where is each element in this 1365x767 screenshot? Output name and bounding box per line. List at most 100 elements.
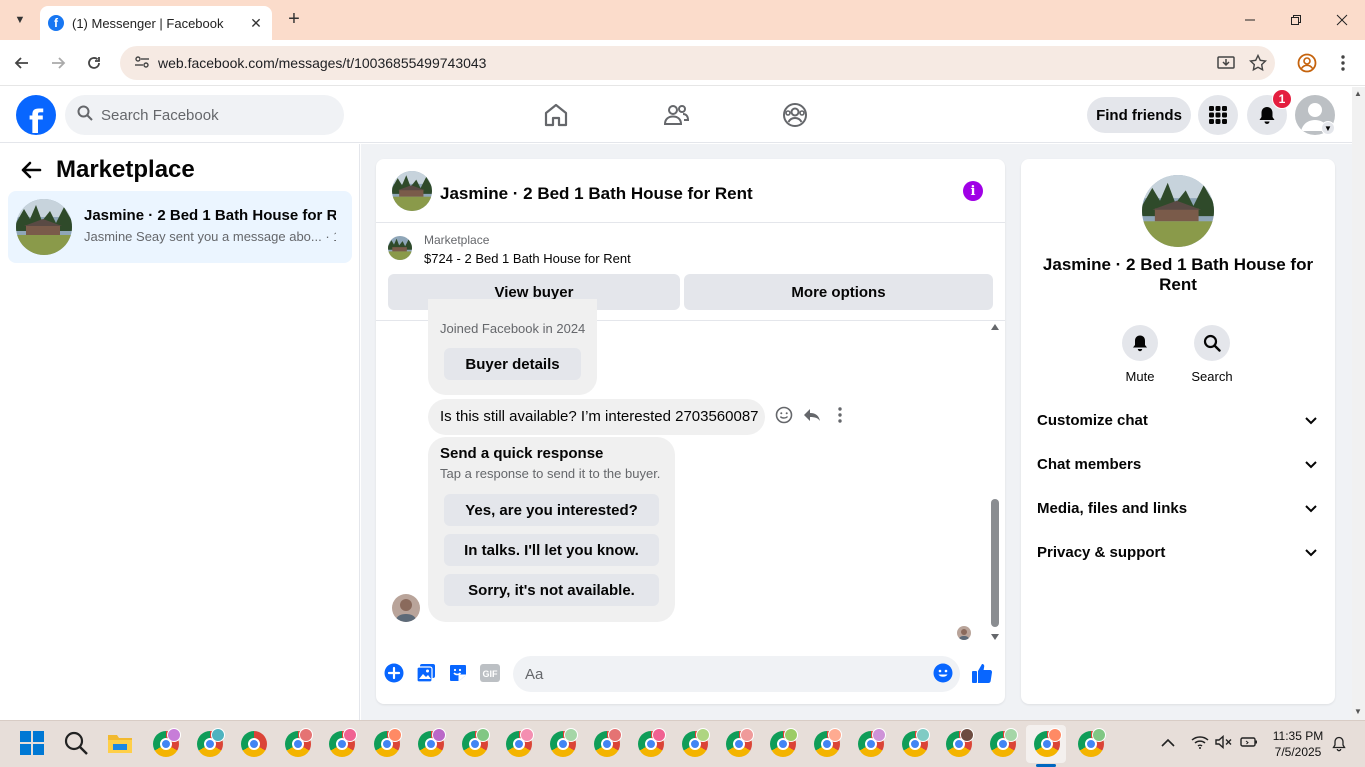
tray-chevron-up-icon[interactable] xyxy=(1161,735,1175,751)
message-input-box[interactable] xyxy=(513,656,960,692)
listing-price-title[interactable]: $724 - 2 Bed 1 Bath House for Rent xyxy=(424,251,631,266)
reload-icon[interactable] xyxy=(82,51,106,75)
chrome-profile-icon[interactable] xyxy=(681,728,710,758)
browser-tab-strip: ▼ f (1) Messenger | Facebook ✕ + xyxy=(0,0,1365,40)
customize-chat-row[interactable]: Customize chat xyxy=(1029,398,1327,442)
chrome-profile-icon[interactable] xyxy=(945,728,974,758)
account-chevron-down-icon[interactable]: ▼ xyxy=(1321,121,1335,135)
chrome-profile-icon[interactable] xyxy=(284,728,313,758)
scroll-up-icon[interactable]: ▲ xyxy=(1354,89,1362,98)
conversation-name: Jasmine · 2 Bed 1 Bath House for R... xyxy=(84,207,336,224)
react-smiley-icon[interactable] xyxy=(773,404,795,426)
page-scrollbar[interactable]: ▲ ▼ xyxy=(1352,87,1365,720)
chevron-down-icon xyxy=(1305,549,1317,557)
chrome-profile-icon[interactable] xyxy=(328,728,357,758)
chrome-profile-icon[interactable] xyxy=(725,728,754,758)
sticker-icon[interactable] xyxy=(446,661,470,685)
facebook-logo-icon[interactable]: f xyxy=(16,95,56,135)
chrome-profile-icon[interactable] xyxy=(1077,728,1106,758)
chrome-profile-icon[interactable] xyxy=(901,728,930,758)
chrome-profile-icon-active[interactable] xyxy=(1033,728,1062,758)
chat-scroll-up-icon[interactable] xyxy=(990,323,1000,331)
quick-response-yes-button[interactable]: Yes, are you interested? xyxy=(444,494,659,526)
chrome-profile-icon[interactable] xyxy=(461,728,490,758)
browser-tab-messenger[interactable]: f (1) Messenger | Facebook ✕ xyxy=(40,6,272,40)
info-icon[interactable]: i xyxy=(963,181,983,201)
search-input[interactable] xyxy=(101,106,321,124)
chrome-profile-icon[interactable] xyxy=(637,728,666,758)
wifi-icon[interactable] xyxy=(1191,735,1209,752)
scroll-down-icon[interactable]: ▼ xyxy=(1354,707,1362,716)
chrome-profile-icon[interactable] xyxy=(549,728,578,758)
chrome-profile-icon[interactable] xyxy=(769,728,798,758)
mute-action[interactable]: Mute xyxy=(1110,325,1170,384)
quick-response-not-available-button[interactable]: Sorry, it's not available. xyxy=(444,574,659,606)
system-clock[interactable]: 11:35 PM 7/5/2025 xyxy=(1268,728,1328,760)
tab-close-icon[interactable]: ✕ xyxy=(248,15,264,32)
battery-icon[interactable] xyxy=(1240,735,1258,752)
marketplace-label: Marketplace xyxy=(424,233,490,247)
chat-scrollbar[interactable] xyxy=(989,321,1001,643)
photo-icon[interactable] xyxy=(414,661,438,685)
new-tab-plus-icon[interactable]: + xyxy=(282,8,306,32)
address-bar[interactable]: web.facebook.com/messages/t/100368554997… xyxy=(120,46,1275,80)
gif-icon[interactable]: GIF xyxy=(478,661,502,685)
chrome-profile-icon[interactable] xyxy=(373,728,402,758)
back-arrow-icon[interactable] xyxy=(20,160,42,186)
sender-avatar[interactable] xyxy=(392,594,420,622)
chat-title[interactable]: Jasmine · 2 Bed 1 Bath House for Rent xyxy=(440,184,753,204)
chrome-profile-icon[interactable] xyxy=(196,728,225,758)
home-icon[interactable] xyxy=(542,101,570,129)
menu-grid-button[interactable] xyxy=(1198,95,1238,135)
privacy-support-row[interactable]: Privacy & support xyxy=(1029,530,1327,574)
listing-thumbnail xyxy=(388,236,412,260)
chrome-profile-icon[interactable] xyxy=(505,728,534,758)
chrome-profile-icon[interactable] xyxy=(989,728,1018,758)
message-input[interactable] xyxy=(525,665,905,683)
bookmark-star-icon[interactable] xyxy=(1246,51,1270,75)
chat-avatar[interactable] xyxy=(392,171,432,211)
chrome-profile-icon[interactable] xyxy=(857,728,886,758)
speaker-muted-icon[interactable] xyxy=(1215,734,1233,752)
window-close-icon[interactable] xyxy=(1319,0,1365,40)
quick-response-in-talks-button[interactable]: In talks. I'll let you know. xyxy=(444,534,659,566)
facebook-search-box[interactable] xyxy=(65,95,344,135)
notification-center-icon[interactable] xyxy=(1331,736,1347,755)
chat-scroll-down-icon[interactable] xyxy=(990,633,1000,641)
chat-scroll-thumb[interactable] xyxy=(991,499,999,627)
browser-menu-icon[interactable] xyxy=(1331,51,1355,75)
more-dots-icon[interactable] xyxy=(829,404,851,426)
media-files-links-row[interactable]: Media, files and links xyxy=(1029,486,1327,530)
find-friends-button[interactable]: Find friends xyxy=(1087,97,1191,133)
thumbs-up-icon[interactable] xyxy=(970,661,994,685)
back-icon[interactable] xyxy=(10,51,34,75)
minimize-icon[interactable] xyxy=(1227,0,1273,40)
windows-start-icon[interactable] xyxy=(19,730,47,758)
chrome-profile-icon[interactable] xyxy=(593,728,622,758)
plus-circle-icon[interactable] xyxy=(382,661,406,685)
search-icon[interactable] xyxy=(1194,325,1230,361)
more-options-button[interactable]: More options xyxy=(684,274,993,310)
groups-icon[interactable] xyxy=(781,101,809,129)
emoji-icon[interactable] xyxy=(931,661,955,685)
restore-icon[interactable] xyxy=(1273,0,1319,40)
chrome-profile-icon[interactable] xyxy=(152,728,181,758)
tab-search-chevron-icon[interactable]: ▼ xyxy=(8,8,32,32)
chrome-profile-icon[interactable] xyxy=(417,728,446,758)
forward-icon[interactable] xyxy=(46,51,70,75)
chrome-icon[interactable] xyxy=(240,730,268,758)
file-explorer-icon[interactable] xyxy=(107,730,135,758)
taskbar-search-icon[interactable] xyxy=(63,730,91,758)
buyer-details-button[interactable]: Buyer details xyxy=(444,348,581,380)
chrome-profile-icon[interactable] xyxy=(813,728,842,758)
search-action[interactable]: Search xyxy=(1182,325,1242,384)
search-label: Search xyxy=(1191,369,1233,384)
site-info-icon[interactable] xyxy=(128,55,156,72)
conversation-list-item[interactable]: Jasmine · 2 Bed 1 Bath House for R... Ja… xyxy=(8,191,352,263)
chat-members-row[interactable]: Chat members xyxy=(1029,442,1327,486)
reply-icon[interactable] xyxy=(801,404,823,426)
mute-bell-icon[interactable] xyxy=(1122,325,1158,361)
install-app-icon[interactable] xyxy=(1214,51,1238,75)
profile-icon[interactable] xyxy=(1295,51,1319,75)
friends-icon[interactable] xyxy=(662,101,690,129)
